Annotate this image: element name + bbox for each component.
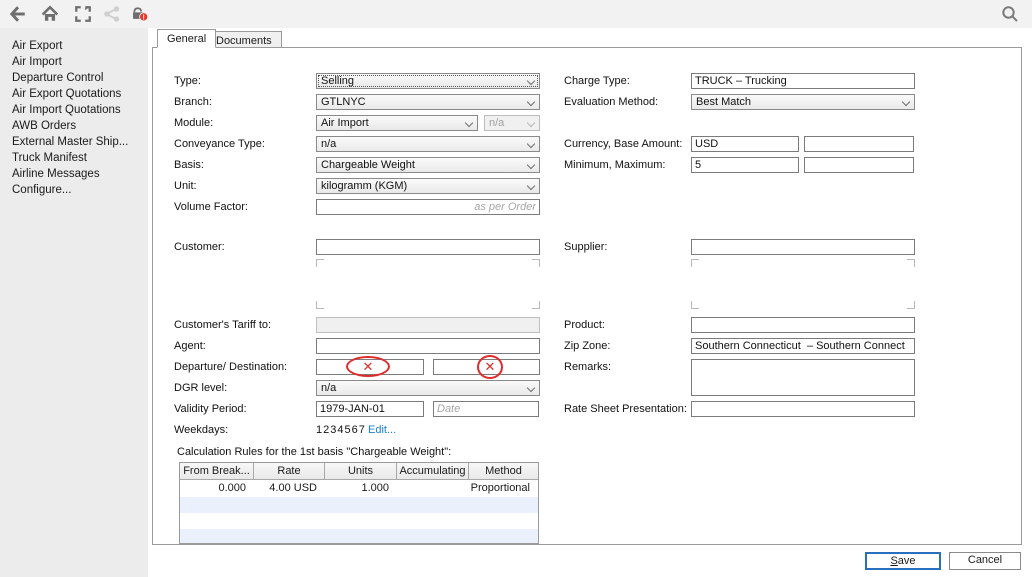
- calc-rules-table: From Break... Rate Units Accumulating Me…: [179, 462, 539, 544]
- evaluation-method-select[interactable]: Best Match: [691, 94, 915, 110]
- chevron-down-icon: [527, 120, 535, 128]
- supplier-address-area: [691, 259, 915, 309]
- search-icon[interactable]: [1001, 5, 1019, 23]
- col-from-break[interactable]: From Break...: [180, 463, 254, 479]
- tab-general[interactable]: General: [157, 29, 216, 48]
- sidebar-item-air-import[interactable]: Air Import: [0, 54, 148, 70]
- remarks-textarea[interactable]: [691, 359, 915, 396]
- notifications-icon[interactable]: !: [131, 5, 153, 23]
- rate-sheet-presentation-label: Rate Sheet Presentation:: [564, 403, 687, 416]
- customer-input[interactable]: [316, 239, 540, 255]
- charge-type-input[interactable]: [691, 73, 915, 89]
- dgr-level-select[interactable]: n/a: [316, 380, 540, 396]
- customer-label: Customer:: [174, 241, 225, 254]
- customers-tariff-to-input: [316, 317, 540, 333]
- toolbar: !: [0, 0, 1032, 28]
- chevron-down-icon: [527, 385, 535, 393]
- maximum-input[interactable]: [804, 157, 914, 173]
- minimum-maximum-label: Minimum, Maximum:: [564, 159, 665, 172]
- share-icon: [103, 5, 121, 23]
- rate-sheet-presentation-input[interactable]: [691, 401, 915, 417]
- chevron-down-icon: [527, 141, 535, 149]
- customer-address-area: [316, 259, 540, 309]
- minimum-input[interactable]: [691, 157, 799, 173]
- supplier-input[interactable]: [691, 239, 915, 255]
- module-select[interactable]: Air Import: [316, 115, 478, 131]
- type-select[interactable]: Selling: [316, 73, 540, 89]
- conveyance-type-label: Conveyance Type:: [174, 138, 265, 151]
- sidebar-item-departure-control[interactable]: Departure Control: [0, 70, 148, 86]
- empty-row: [180, 529, 538, 543]
- chevron-down-icon: [527, 183, 535, 191]
- basis-label: Basis:: [174, 159, 204, 172]
- product-input[interactable]: [691, 317, 915, 333]
- validity-period-label: Validity Period:: [174, 403, 247, 416]
- chevron-down-icon: [527, 78, 535, 86]
- basis-select[interactable]: Chargeable Weight: [316, 157, 540, 173]
- charge-type-label: Charge Type:: [564, 75, 630, 88]
- weekdays-edit-link[interactable]: Edit...: [368, 424, 396, 437]
- dgr-level-label: DGR level:: [174, 382, 227, 395]
- sidebar-item-air-export[interactable]: Air Export: [0, 38, 148, 54]
- sidebar-menu: Air Export Air Import Departure Control …: [0, 28, 148, 577]
- agent-label: Agent:: [174, 340, 206, 353]
- sidebar-item-air-import-quotations[interactable]: Air Import Quotations: [0, 102, 148, 118]
- type-label: Type:: [174, 75, 201, 88]
- sidebar-item-configure[interactable]: Configure...: [0, 182, 148, 198]
- unit-select[interactable]: kilogramm (KGM): [316, 178, 540, 194]
- sidebar-item-air-export-quotations[interactable]: Air Export Quotations: [0, 86, 148, 102]
- volume-factor-input[interactable]: [316, 199, 540, 215]
- table-header-row: From Break... Rate Units Accumulating Me…: [180, 463, 538, 480]
- zip-zone-label: Zip Zone:: [564, 340, 610, 353]
- col-accumulating[interactable]: Accumulating: [397, 463, 469, 479]
- tab-documents[interactable]: Documents: [206, 31, 282, 48]
- cancel-button[interactable]: Cancel: [949, 552, 1021, 570]
- validity-from-input[interactable]: [316, 401, 424, 417]
- customers-tariff-to-label: Customer's Tariff to:: [174, 319, 271, 332]
- module-label: Module:: [174, 117, 213, 130]
- chevron-down-icon: [527, 162, 535, 170]
- product-label: Product:: [564, 319, 605, 332]
- calc-rules-title: Calculation Rules for the 1st basis "Cha…: [177, 446, 451, 459]
- table-row[interactable]: 0.000 4.00 USD 1.000 Proportional: [180, 480, 538, 497]
- rate-edit-panel: Type: Selling Branch: GTLNYC Module: Air…: [152, 47, 1022, 545]
- sidebar-item-external-master-ship[interactable]: External Master Ship...: [0, 134, 148, 150]
- supplier-label: Supplier:: [564, 241, 607, 254]
- branch-select[interactable]: GTLNYC: [316, 94, 540, 110]
- agent-input[interactable]: [316, 338, 540, 354]
- unit-label: Unit:: [174, 180, 197, 193]
- sidebar-item-awb-orders[interactable]: AWB Orders: [0, 118, 148, 134]
- sidebar-item-airline-messages[interactable]: Airline Messages: [0, 166, 148, 182]
- col-units[interactable]: Units: [325, 463, 397, 479]
- departure-error-icon: ✕: [346, 356, 390, 377]
- remarks-label: Remarks:: [564, 361, 611, 374]
- departure-destination-label: Departure/ Destination:: [174, 361, 287, 374]
- empty-row: [180, 497, 538, 513]
- evaluation-method-label: Evaluation Method:: [564, 96, 658, 109]
- volume-factor-label: Volume Factor:: [174, 201, 248, 214]
- validity-to-input[interactable]: [433, 401, 539, 417]
- chevron-down-icon: [465, 120, 473, 128]
- chevron-down-icon: [902, 99, 910, 107]
- col-method[interactable]: Method: [469, 463, 538, 479]
- save-button[interactable]: Save: [865, 552, 941, 570]
- sidebar-item-truck-manifest[interactable]: Truck Manifest: [0, 150, 148, 166]
- svg-text:!: !: [143, 14, 145, 21]
- conveyance-type-select[interactable]: n/a: [316, 136, 540, 152]
- empty-row: [180, 513, 538, 529]
- module-sub-select: n/a: [484, 115, 540, 131]
- branch-label: Branch:: [174, 96, 212, 109]
- zip-zone-input[interactable]: [691, 338, 915, 354]
- fullscreen-icon[interactable]: [74, 5, 92, 23]
- base-amount-input[interactable]: [804, 136, 914, 152]
- destination-error-icon: ✕: [477, 355, 503, 379]
- currency-base-amount-label: Currency, Base Amount:: [564, 138, 682, 151]
- col-rate[interactable]: Rate: [254, 463, 325, 479]
- weekdays-label: Weekdays:: [174, 424, 228, 437]
- chevron-down-icon: [527, 99, 535, 107]
- currency-input[interactable]: [691, 136, 799, 152]
- back-icon[interactable]: [9, 5, 27, 23]
- home-icon[interactable]: [41, 5, 59, 23]
- weekdays-value: 1234567: [316, 424, 366, 437]
